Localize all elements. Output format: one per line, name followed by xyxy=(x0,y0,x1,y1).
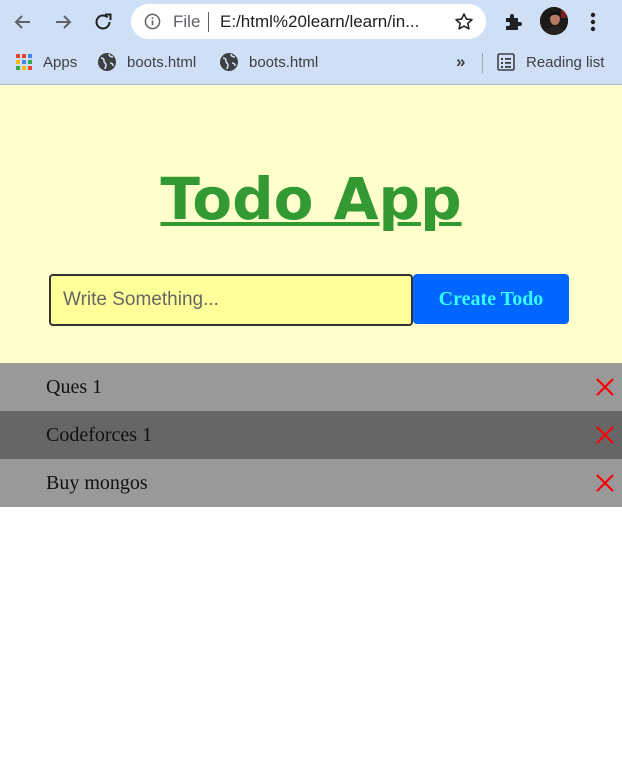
bookmark-boots-1-label: boots.html xyxy=(127,53,197,71)
globe-icon xyxy=(220,53,238,71)
reading-list-label: Reading list xyxy=(526,53,605,71)
close-x-icon[interactable] xyxy=(595,473,615,493)
bookmarks-bar: Apps boots.html boots.html » Reading lis… xyxy=(0,44,622,80)
info-icon[interactable] xyxy=(144,13,161,30)
page-title: Todo App xyxy=(160,165,462,233)
close-x-icon[interactable] xyxy=(595,377,615,397)
reading-list-button[interactable]: Reading list xyxy=(496,51,604,73)
forward-button[interactable] xyxy=(49,8,77,36)
bookmark-star-icon[interactable] xyxy=(453,11,475,33)
create-todo-button[interactable]: Create Todo xyxy=(413,274,569,324)
bookmark-boots-2-label: boots.html xyxy=(249,53,319,71)
reload-icon xyxy=(95,13,112,30)
close-x-icon[interactable] xyxy=(595,425,615,445)
todo-item: Buy mongos xyxy=(0,459,622,507)
address-bar[interactable]: File E:/html%20learn/learn/in... xyxy=(131,4,486,39)
kebab-menu-icon[interactable] xyxy=(584,9,602,35)
apps-grid-icon xyxy=(16,54,32,70)
scheme-label: File xyxy=(173,12,201,31)
bookmark-boots-1[interactable]: boots.html xyxy=(97,51,196,73)
todo-input[interactable] xyxy=(49,274,413,326)
avatar-image xyxy=(540,7,568,35)
url-text[interactable]: E:/html%20learn/learn/in... xyxy=(220,12,448,32)
arrow-left-icon xyxy=(14,15,30,29)
todo-header-section: Todo App Create Todo xyxy=(0,85,622,363)
todo-list: Ques 1 Codeforces 1 Buy mongos xyxy=(0,363,622,507)
extensions-puzzle-icon[interactable] xyxy=(502,10,526,34)
bookmark-boots-2[interactable]: boots.html xyxy=(219,51,318,73)
profile-avatar[interactable] xyxy=(540,7,568,35)
todo-item-text: Ques 1 xyxy=(46,376,103,398)
todo-item: Ques 1 xyxy=(0,363,622,411)
todo-item-text: Codeforces 1 xyxy=(46,424,153,446)
bookmark-apps[interactable]: Apps xyxy=(15,51,77,73)
back-button[interactable] xyxy=(9,8,37,36)
bookmarks-divider xyxy=(482,53,483,73)
bookmark-apps-label: Apps xyxy=(43,53,78,71)
browser-toolbar: File E:/html%20learn/learn/in... xyxy=(0,0,622,44)
bookmarks-overflow-chevron[interactable]: » xyxy=(456,52,465,72)
todo-item-text: Buy mongos xyxy=(46,472,148,494)
omnibox-divider xyxy=(208,12,209,32)
arrow-right-icon xyxy=(56,15,72,29)
reload-button[interactable] xyxy=(89,8,117,36)
globe-icon xyxy=(98,53,116,71)
todo-item: Codeforces 1 xyxy=(0,411,622,459)
browser-chrome: File E:/html%20learn/learn/in... Apps bo… xyxy=(0,0,622,85)
reading-list-icon xyxy=(497,53,515,71)
